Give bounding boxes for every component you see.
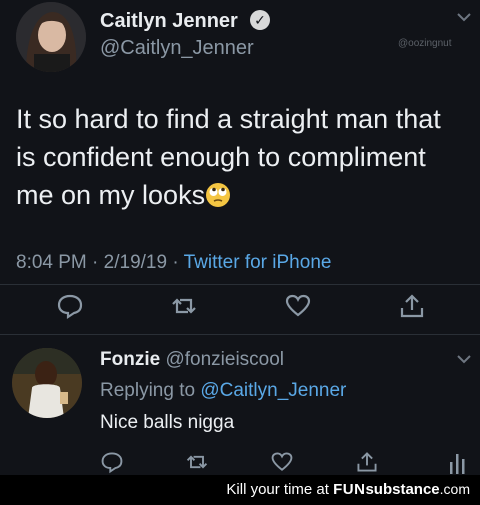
author-name[interactable]: Caitlyn Jenner <box>100 10 238 33</box>
chevron-down-icon[interactable] <box>455 350 473 374</box>
footer-text: Kill your time at FUNsubstance.com <box>226 481 470 498</box>
footer-brand-substance[interactable]: substance <box>365 481 439 498</box>
meta-separator: · <box>172 252 179 273</box>
chevron-down-icon[interactable] <box>455 8 473 32</box>
watermark: @oozingnut <box>398 38 452 49</box>
author-handle[interactable]: @Caitlyn_Jenner <box>100 37 254 60</box>
meta-separator: · <box>92 252 99 273</box>
replying-to: Replying to @Caitlyn_Jenner <box>100 380 346 402</box>
footer-prefix: Kill your time at <box>226 481 329 498</box>
reply-text: Nice balls nigga <box>100 412 235 433</box>
rolling-eyes-emoji-icon <box>205 180 231 207</box>
reply-icon[interactable] <box>100 450 124 474</box>
tweet-meta: 8:04 PM · 2/19/19 · Twitter for iPhone <box>16 252 331 274</box>
tweet-source-link[interactable]: Twitter for iPhone <box>184 252 332 273</box>
tweet-text-line: It so hard to find a straight man that <box>16 104 441 134</box>
verified-badge-icon: ✓ <box>250 10 270 30</box>
analytics-icon[interactable] <box>448 450 470 474</box>
divider <box>0 284 480 285</box>
screenshot-root: Caitlyn Jenner ✓ @Caitlyn_Jenner @oozing… <box>0 0 480 505</box>
reply-icon[interactable] <box>56 292 84 320</box>
retweet-icon[interactable] <box>170 292 198 320</box>
author-avatar[interactable] <box>16 2 86 72</box>
tweet-time: 8:04 PM <box>16 252 87 273</box>
share-icon[interactable] <box>355 450 379 474</box>
reply-author-name[interactable]: Fonzie <box>100 349 160 370</box>
share-icon[interactable] <box>398 292 426 320</box>
like-icon[interactable] <box>270 450 294 474</box>
reply-author-handle[interactable]: @fonzieiscool <box>165 349 284 370</box>
tweet-text: It so hard to find a straight man that i… <box>16 100 464 214</box>
reply-author-avatar[interactable] <box>12 348 82 418</box>
footer-brand-tld[interactable]: .com <box>440 481 470 497</box>
tweet-text-line: me on my looks <box>16 176 464 214</box>
replying-to-label: Replying to <box>100 380 196 401</box>
footer-brand-fun[interactable]: FUN <box>333 481 365 498</box>
reply-header: Fonzie @fonzieiscool <box>100 349 284 371</box>
tweet-text-span: me on my looks <box>16 180 206 210</box>
tweet-text-line: is confident enough to compliment <box>16 142 426 172</box>
like-icon[interactable] <box>284 292 312 320</box>
replying-to-handle-link[interactable]: @Caitlyn_Jenner <box>200 380 346 401</box>
retweet-icon[interactable] <box>185 450 209 474</box>
divider <box>0 334 480 335</box>
tweet-date: 2/19/19 <box>103 252 168 273</box>
site-footer: Kill your time at FUNsubstance.com <box>0 475 480 505</box>
